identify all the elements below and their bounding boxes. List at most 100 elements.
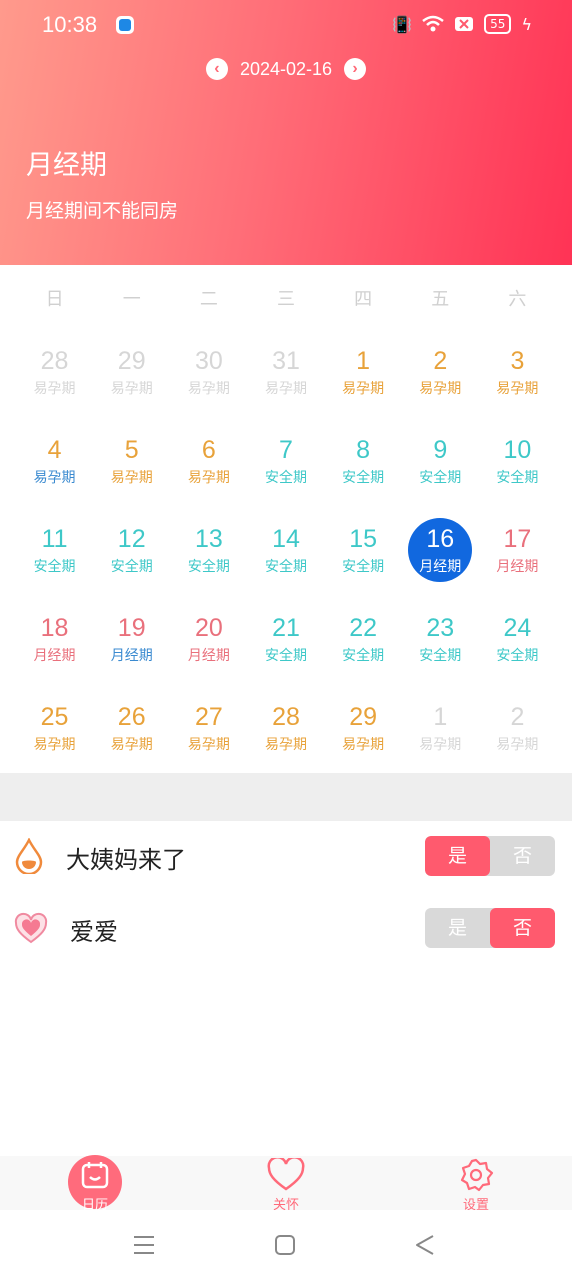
weekday-header: 日 一 二 三 四 五 六: [16, 285, 556, 311]
calendar-day[interactable]: 2 易孕期: [479, 689, 556, 778]
calendar-day[interactable]: 29 易孕期: [325, 689, 402, 778]
day-number: 2: [433, 347, 448, 375]
calendar-day[interactable]: 1 易孕期: [402, 689, 479, 778]
calendar-day[interactable]: 10 安全期: [479, 422, 556, 511]
calendar-day[interactable]: 14 安全期: [247, 511, 324, 600]
calendar-icon: [81, 1162, 109, 1189]
home-icon[interactable]: [275, 1234, 295, 1256]
day-phase-label: 易孕期: [110, 737, 153, 753]
menu-icon[interactable]: [133, 1234, 155, 1256]
day-phase-label: 易孕期: [187, 737, 230, 753]
day-phase-label: 易孕期: [110, 381, 153, 397]
status-bar: 10:38 📳 55 ϟ: [0, 10, 572, 40]
day-phase-label: 易孕期: [264, 381, 307, 397]
day-number: 1: [433, 703, 448, 731]
calendar-day[interactable]: 8 安全期: [325, 422, 402, 511]
calendar-day[interactable]: 27 易孕期: [170, 689, 247, 778]
day-phase-label: 月经期: [33, 648, 76, 664]
drop-icon: [15, 838, 43, 874]
calendar-day-selected[interactable]: 16 月经期: [402, 511, 479, 600]
calendar-day[interactable]: 5 易孕期: [93, 422, 170, 511]
day-phase-label: 易孕期: [33, 737, 76, 753]
calendar-day[interactable]: 31 易孕期: [247, 333, 324, 422]
header-banner: 10:38 📳 55 ϟ ‹ 2024-02-16 › 月经期 月经期间不能同房: [0, 0, 572, 265]
day-number: 29: [117, 347, 146, 375]
calendar-day[interactable]: 23 安全期: [402, 600, 479, 689]
day-phase-label: 易孕期: [33, 470, 76, 486]
calendar-day[interactable]: 17 月经期: [479, 511, 556, 600]
calendar-day[interactable]: 21 安全期: [247, 600, 324, 689]
heart-icon: [14, 912, 48, 944]
app-notification-icon: [116, 16, 134, 34]
wifi-icon: [422, 15, 444, 32]
weekday-sat: 六: [508, 289, 527, 310]
day-number: 18: [40, 614, 69, 642]
record-love-row: 爱爱 是 否: [0, 900, 572, 960]
calendar-day[interactable]: 28 易孕期: [247, 689, 324, 778]
day-phase-label: 安全期: [264, 648, 307, 664]
calendar-day[interactable]: 15 安全期: [325, 511, 402, 600]
calendar-day[interactable]: 30 易孕期: [170, 333, 247, 422]
back-icon[interactable]: [414, 1234, 436, 1256]
calendar-day[interactable]: 22 安全期: [325, 600, 402, 689]
calendar-day[interactable]: 19 月经期: [93, 600, 170, 689]
day-phase-label: 易孕期: [187, 381, 230, 397]
period-no-option[interactable]: 否: [490, 836, 555, 876]
calendar-day[interactable]: 2 易孕期: [402, 333, 479, 422]
section-divider: [0, 773, 572, 821]
calendar-day[interactable]: 1 易孕期: [325, 333, 402, 422]
day-phase-label: 安全期: [342, 470, 385, 486]
period-toggle[interactable]: 是 否: [425, 836, 555, 876]
day-phase-label: 安全期: [496, 648, 539, 664]
day-number: 31: [272, 347, 300, 375]
next-date-button[interactable]: ›: [344, 58, 367, 80]
calendar-day[interactable]: 18 月经期: [16, 600, 93, 689]
prev-date-button[interactable]: ‹: [205, 58, 228, 80]
love-no-option[interactable]: 否: [490, 908, 555, 948]
day-number: 15: [349, 525, 378, 553]
day-phase-label: 安全期: [342, 559, 385, 575]
day-phase-label: 安全期: [419, 470, 462, 486]
day-number: 6: [201, 436, 216, 464]
calendar-day[interactable]: 26 易孕期: [93, 689, 170, 778]
status-time: 10:38: [42, 12, 98, 37]
calendar-day[interactable]: 11 安全期: [16, 511, 93, 600]
day-phase-label: 安全期: [110, 559, 153, 575]
calendar-day[interactable]: 24 安全期: [479, 600, 556, 689]
day-number: 12: [117, 525, 146, 553]
calendar-day[interactable]: 28 易孕期: [16, 333, 93, 422]
day-number: 7: [279, 436, 293, 464]
calendar-day[interactable]: 20 月经期: [170, 600, 247, 689]
day-number: 11: [41, 525, 68, 553]
day-number: 19: [117, 614, 146, 642]
calendar-day[interactable]: 3 易孕期: [479, 333, 556, 422]
calendar-day[interactable]: 29 易孕期: [93, 333, 170, 422]
day-number: 1: [356, 347, 371, 375]
day-phase-label: 安全期: [419, 648, 462, 664]
day-phase-label: 月经期: [496, 559, 539, 575]
charging-icon: ϟ: [521, 14, 532, 34]
day-phase-label: 易孕期: [419, 737, 462, 753]
calendar-grid: 28 易孕期 29 易孕期 30 易孕期 31 易孕期 1 易孕期 2 易孕期 3 易孕期 4 易孕期 5 易孕期…: [16, 333, 556, 778]
day-phase-label: 易孕期: [110, 470, 153, 486]
calendar-day[interactable]: 9 安全期: [402, 422, 479, 511]
love-toggle[interactable]: 是 否: [425, 908, 555, 948]
calendar-day[interactable]: 13 安全期: [170, 511, 247, 600]
calendar-day[interactable]: 7 安全期: [247, 422, 324, 511]
calendar-day[interactable]: 12 安全期: [93, 511, 170, 600]
signal-off-icon: [455, 17, 474, 31]
weekday-sun: 日: [45, 289, 64, 310]
calendar-day[interactable]: 4 易孕期: [16, 422, 93, 511]
day-phase-label: 易孕期: [187, 470, 230, 486]
weekday-wed: 三: [276, 289, 295, 310]
love-yes-option[interactable]: 是: [425, 908, 490, 948]
calendar-day[interactable]: 6 易孕期: [170, 422, 247, 511]
period-yes-option[interactable]: 是: [425, 836, 490, 876]
calendar-day[interactable]: 25 易孕期: [16, 689, 93, 778]
day-phase-label: 易孕期: [496, 381, 539, 397]
day-number: 20: [194, 614, 223, 642]
day-phase-label: 安全期: [264, 470, 307, 486]
phase-description: 月经期间不能同房: [26, 200, 179, 222]
love-label: 爱爱: [70, 918, 118, 946]
day-phase-label: 月经期: [419, 559, 462, 575]
